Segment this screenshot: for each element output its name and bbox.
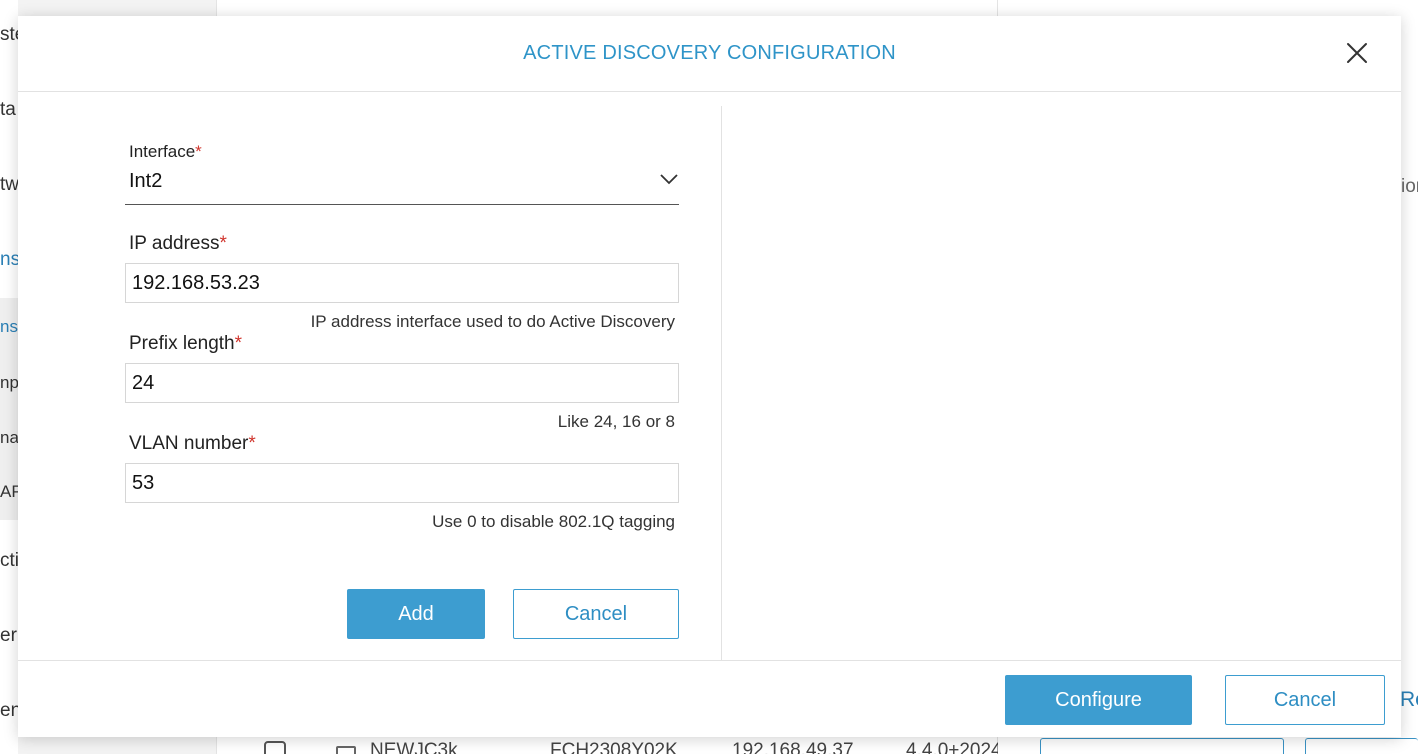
vlan-number-hint: Use 0 to disable 802.1Q tagging xyxy=(432,512,675,531)
form-cancel-button[interactable]: Cancel xyxy=(513,589,679,639)
background-row-version: 4.4.0+2024 xyxy=(906,740,998,754)
background-row-name: NEWJC3k xyxy=(370,740,458,754)
switch-icon xyxy=(336,746,356,754)
background-sidebar-item[interactable]: nse xyxy=(0,249,18,271)
pane-divider xyxy=(721,106,722,660)
background-sidebar-item[interactable]: er xyxy=(0,625,18,647)
background-sidebar-item[interactable]: ste xyxy=(0,24,18,46)
background-sidebar: ste ta tw nse nsc np na AP cti er en xyxy=(0,0,18,754)
background-row-checkbox[interactable] xyxy=(264,741,286,754)
background-sidebar-item[interactable]: en xyxy=(0,700,18,722)
background-row-ip: 192.168.49.37 xyxy=(732,740,854,754)
background-row-action-button[interactable] xyxy=(1305,738,1418,754)
configure-button[interactable]: Configure xyxy=(1005,675,1192,725)
background-sidebar-item[interactable]: cti xyxy=(0,550,18,572)
footer-cancel-button[interactable]: Cancel xyxy=(1225,675,1385,725)
interface-select-underline xyxy=(125,204,679,205)
background-right-text: ion xyxy=(1401,176,1418,197)
prefix-length-input[interactable] xyxy=(125,363,679,403)
prefix-length-hint: Like 24, 16 or 8 xyxy=(557,412,675,431)
background-sidebar-item[interactable]: tw xyxy=(0,174,18,196)
ip-address-input[interactable] xyxy=(125,263,679,303)
background-sidebar-item[interactable]: np xyxy=(0,373,18,393)
ip-address-label: IP address* xyxy=(129,233,227,254)
background-sidebar-item[interactable]: ta xyxy=(0,99,18,121)
modal-header: ACTIVE DISCOVERY CONFIGURATION xyxy=(18,16,1401,92)
active-discovery-modal: ACTIVE DISCOVERY CONFIGURATION Interface… xyxy=(18,16,1401,737)
background-row-action-button[interactable] xyxy=(1040,738,1284,754)
vlan-number-input[interactable] xyxy=(125,463,679,503)
interface-select[interactable]: Int2 xyxy=(129,170,162,193)
add-button[interactable]: Add xyxy=(347,589,485,639)
modal-title: ACTIVE DISCOVERY CONFIGURATION xyxy=(523,42,896,64)
interface-label: Interface* xyxy=(129,142,202,161)
background-row-serial: FCH2308Y02K xyxy=(550,740,678,754)
background-sidebar-item[interactable]: nsc xyxy=(0,317,18,337)
footer-divider xyxy=(18,660,1401,661)
chevron-down-icon[interactable] xyxy=(659,172,679,186)
prefix-length-label: Prefix length* xyxy=(129,333,243,354)
background-right-button-label[interactable]: Re xyxy=(1400,688,1418,712)
vlan-number-label: VLAN number* xyxy=(129,433,256,454)
background-sidebar-item[interactable]: na xyxy=(0,428,18,448)
background-sidebar-item[interactable]: AP xyxy=(0,482,18,502)
ip-address-hint: IP address interface used to do Active D… xyxy=(310,312,675,331)
close-icon[interactable] xyxy=(1342,38,1372,68)
